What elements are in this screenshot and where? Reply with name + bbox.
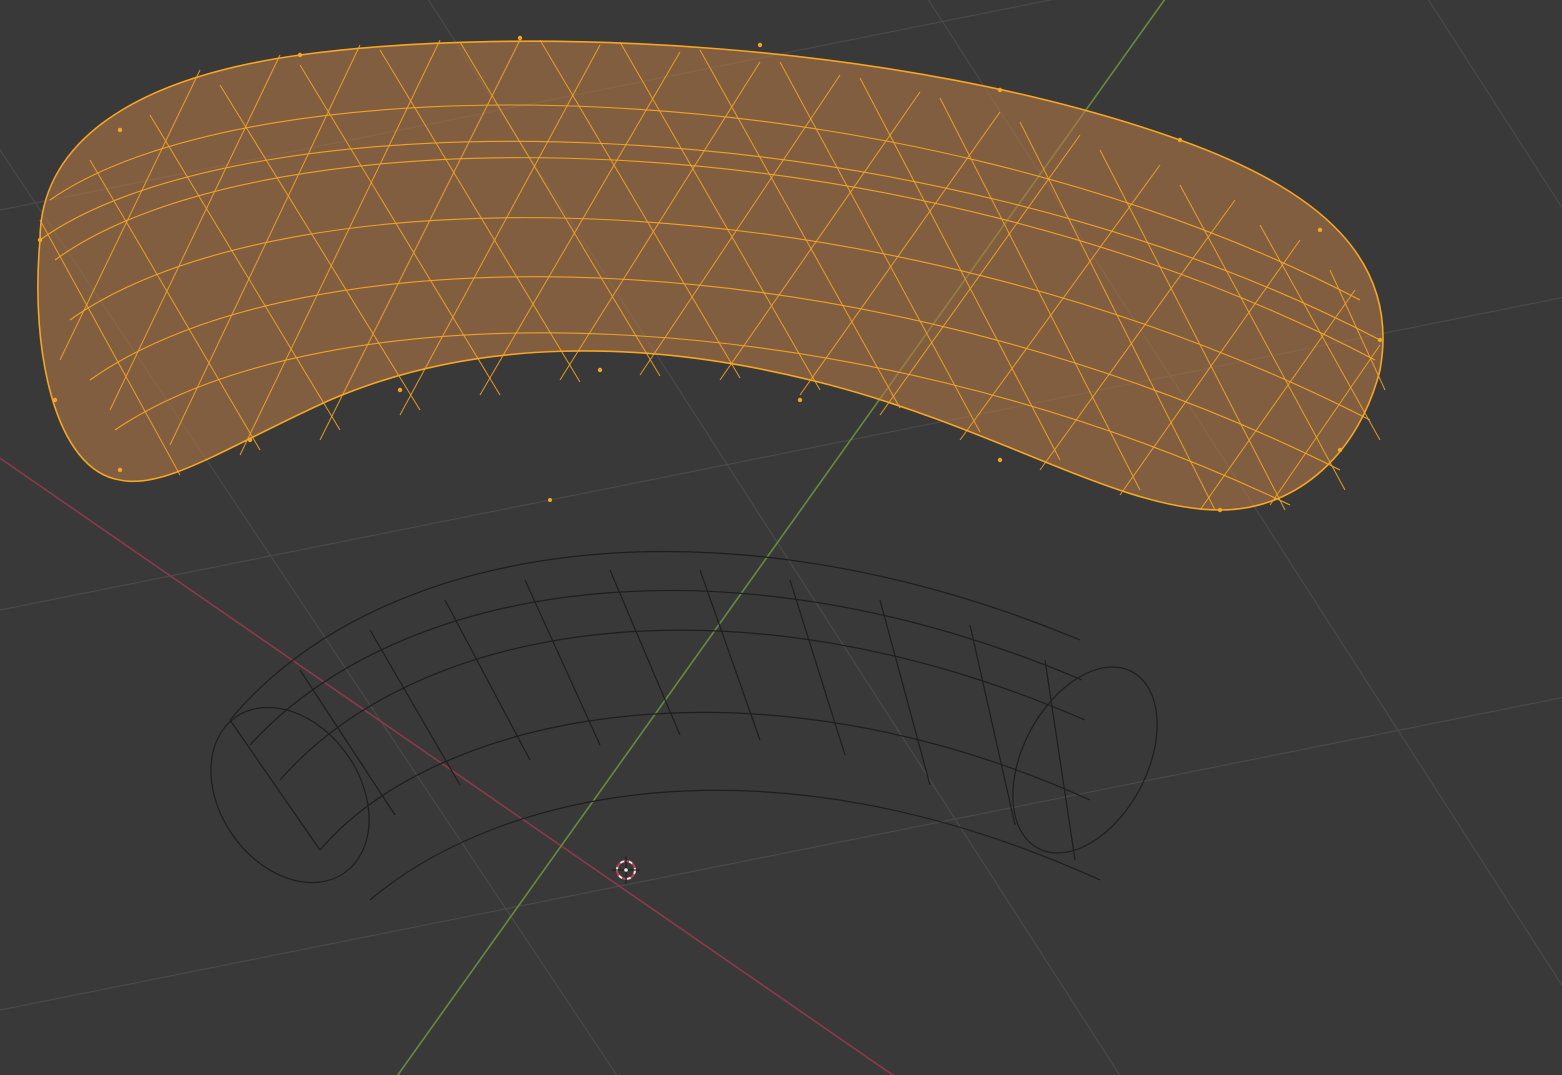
mesh-torus-lower[interactable] <box>178 552 1187 913</box>
stray-vertex <box>548 498 552 502</box>
scene-svg <box>0 0 1562 1075</box>
mesh-torus-upper-fill <box>38 41 1383 510</box>
cursor-3d[interactable] <box>612 856 640 884</box>
viewport-3d[interactable] <box>0 0 1562 1075</box>
